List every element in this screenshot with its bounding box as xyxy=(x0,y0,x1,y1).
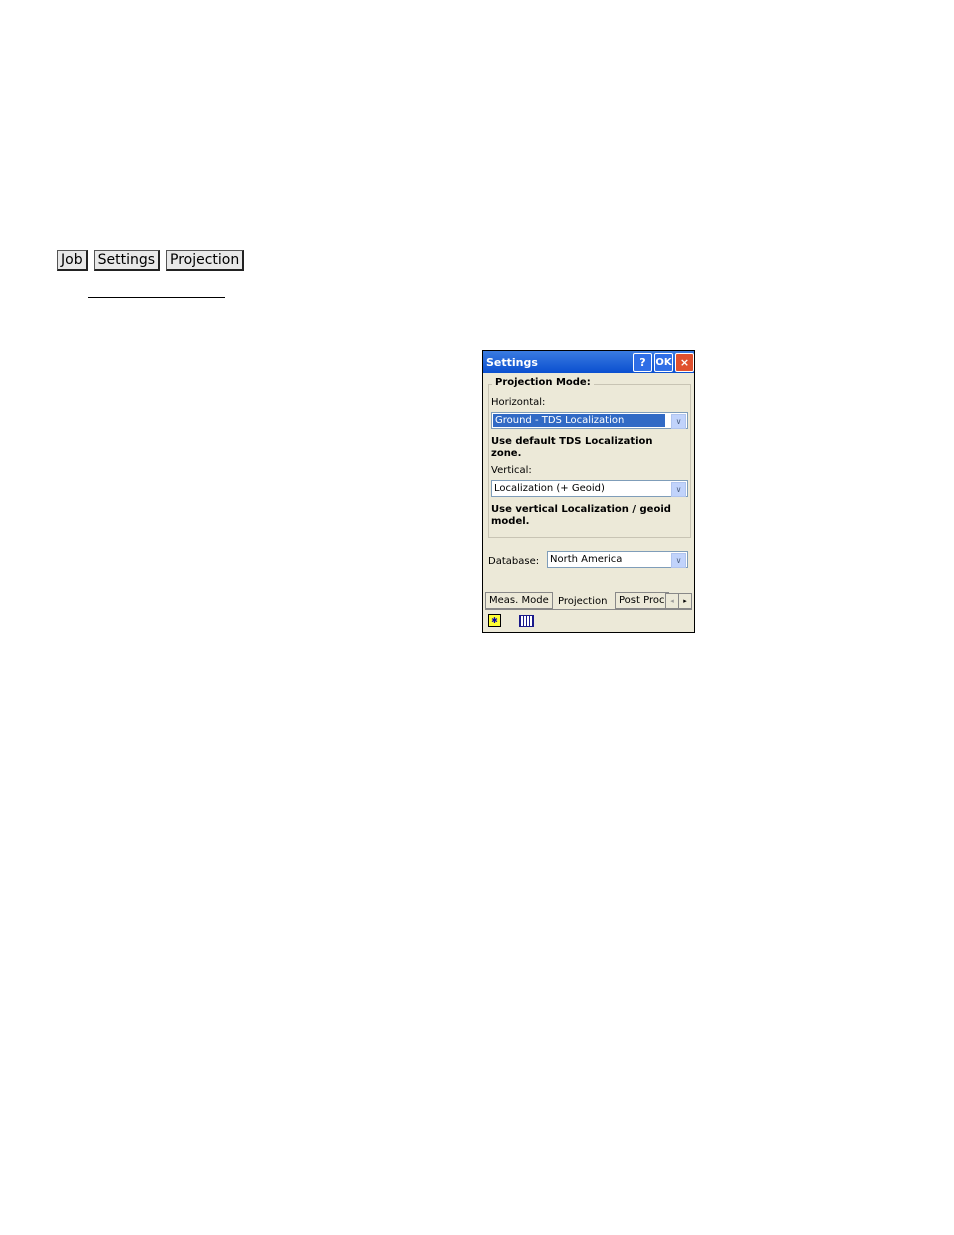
help-button[interactable]: ? xyxy=(633,353,652,372)
tab-post-proc[interactable]: Post Proc xyxy=(615,592,669,609)
horizontal-select[interactable]: Ground - TDS Localization ∨ xyxy=(491,412,688,429)
horizontal-description: Use default TDS Localization zone. xyxy=(491,436,653,459)
tab-projection[interactable]: Projection xyxy=(555,594,611,609)
breadcrumb-settings: Settings xyxy=(93,250,161,271)
scroll-right-icon[interactable]: ▸ xyxy=(678,593,692,609)
chevron-down-icon[interactable]: ∨ xyxy=(671,553,686,568)
vertical-label: Vertical: xyxy=(491,465,532,476)
keyboard-grid-icon[interactable] xyxy=(519,615,534,627)
breadcrumb-projection: Projection xyxy=(166,250,245,271)
ok-button[interactable]: OK xyxy=(654,353,673,372)
title-bar: Settings ? OK × xyxy=(483,351,694,373)
tab-bar: Meas. Mode Projection Post Proc ◂ ▸ xyxy=(485,591,692,610)
dialog-title: Settings xyxy=(486,355,538,369)
tab-meas-mode[interactable]: Meas. Mode xyxy=(485,592,553,609)
scroll-left-icon[interactable]: ◂ xyxy=(665,593,679,609)
chevron-down-icon[interactable]: ∨ xyxy=(671,482,686,497)
database-value: North America xyxy=(550,554,623,565)
settings-dialog: Settings ? OK × Projection Mode: Horizon… xyxy=(482,350,695,633)
breadcrumb: Job Settings Projection xyxy=(57,250,245,271)
close-button[interactable]: × xyxy=(675,353,694,372)
chevron-down-icon[interactable]: ∨ xyxy=(671,414,686,429)
vertical-value: Localization (+ Geoid) xyxy=(494,483,605,494)
breadcrumb-job: Job xyxy=(57,250,88,271)
divider-line xyxy=(88,297,225,298)
horizontal-label: Horizontal: xyxy=(491,397,546,408)
database-select[interactable]: North America ∨ xyxy=(547,551,688,568)
horizontal-value: Ground - TDS Localization xyxy=(493,414,665,427)
command-bar: ✱ xyxy=(488,614,534,627)
star-icon[interactable]: ✱ xyxy=(488,614,501,627)
database-label: Database: xyxy=(488,556,540,567)
vertical-select[interactable]: Localization (+ Geoid) ∨ xyxy=(491,480,688,497)
vertical-description: Use vertical Localization / geoid model. xyxy=(491,504,671,527)
group-title: Projection Mode: xyxy=(492,377,594,388)
